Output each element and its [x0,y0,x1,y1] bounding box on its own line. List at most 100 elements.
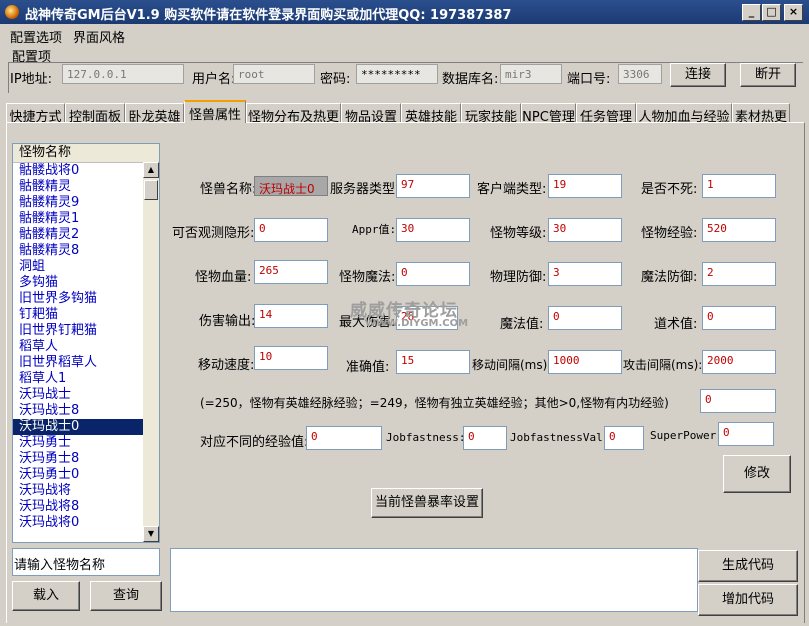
accuracy-label: 准确值: [346,360,390,375]
jobfastness-field[interactable]: 0 [463,426,507,450]
level-field[interactable]: 30 [548,218,622,242]
tab-npc-management[interactable]: NPC管理 [521,103,576,125]
monster-list-header: 怪物名称 [13,144,159,163]
tab-hero-skills[interactable]: 英雄技能 [401,103,461,125]
menu-config-options[interactable]: 配置选项 [10,27,62,46]
jobfastness-val-label: JobfastnessVal: [510,431,610,444]
exp-label: 怪物经验: [641,226,698,241]
list-item[interactable]: 多钩猫 [13,275,159,291]
attack-interval-label: 攻击间隔(ms): [623,358,703,372]
database-label: 数据库名: [442,72,499,87]
mp-label: 怪物魔法: [339,270,396,285]
ip-field[interactable]: 127.0.0.1 [62,64,184,84]
tab-monster-attributes[interactable]: 怪兽属性 [184,100,246,123]
menu-ui-style[interactable]: 界面风格 [73,27,125,46]
port-field[interactable]: 3306 [618,64,662,84]
maximize-button[interactable]: □ [762,4,781,21]
list-item[interactable]: 洞蛆 [13,259,159,275]
move-interval-field[interactable]: 1000 [548,350,622,374]
see-invisible-label: 可否观测隐形: [172,226,255,241]
tab-monster-distribution[interactable]: 怪物分布及热更 [246,103,341,125]
diff-exp-field[interactable]: 0 [306,426,382,450]
query-button[interactable]: 查询 [90,581,162,611]
jobfastness-val-field[interactable]: 0 [604,426,644,450]
monster-list[interactable]: 怪物名称 骷髅战将0 骷髅精灵 骷髅精灵9 骷髅精灵1 骷髅精灵2 骷髅精灵8 洞蛆 多钩猫旧… [12,143,160,543]
list-item[interactable]: 骷髅精灵8 [13,243,159,259]
search-input-box[interactable]: 请输入怪物名称 [12,548,160,576]
password-field[interactable]: ********* [356,64,438,84]
see-invisible-field[interactable]: 0 [254,218,328,242]
tab-shortcuts[interactable]: 快捷方式 [6,103,65,125]
user-label: 用户名: [192,72,236,87]
tab-quest-management[interactable]: 任务管理 [576,103,636,125]
tab-material-hotupdate[interactable]: 素材热更 [732,103,790,125]
exp-note-field[interactable]: 0 [700,389,776,413]
close-button[interactable]: × [784,4,803,21]
list-scrollbar[interactable]: ▲ ▼ [143,162,159,542]
drop-rate-button[interactable]: 当前怪兽暴率设置 [371,488,483,518]
ac-field[interactable]: 3 [548,262,622,286]
taoism-field[interactable]: 0 [702,306,776,330]
list-item[interactable]: 沃玛战士 [13,387,159,403]
taoism-label: 道术值: [654,317,698,332]
scroll-down-arrow-icon[interactable]: ▼ [143,526,159,542]
add-code-button[interactable]: 增加代码 [698,584,798,616]
connect-button[interactable]: 连接 [670,63,726,87]
list-item[interactable]: 稻草人 [13,339,159,355]
hp-field[interactable]: 265 [254,260,328,284]
scroll-up-arrow-icon[interactable]: ▲ [143,162,159,178]
mp-field[interactable]: 0 [396,262,470,286]
scroll-thumb[interactable] [144,180,158,200]
tab-item-settings[interactable]: 物品设置 [341,103,401,125]
superpower-field[interactable]: 0 [718,422,774,446]
list-item[interactable]: 骷髅精灵2 [13,227,159,243]
database-field[interactable]: mir3 [500,64,562,84]
list-item[interactable]: 旧世界多钩猫 [13,291,159,307]
user-field[interactable]: root [233,64,315,84]
list-item[interactable]: 沃玛战将8 [13,499,159,515]
jobfastness-label: Jobfastness: [386,431,466,444]
list-item[interactable]: 沃玛勇士0 [13,467,159,483]
code-output-area[interactable] [170,548,698,612]
list-item[interactable]: 骷髅战将0 [13,163,159,179]
appr-field[interactable]: 30 [396,218,470,242]
undead-field[interactable]: 1 [702,174,776,198]
client-type-field[interactable]: 19 [548,174,622,198]
search-input[interactable]: 请输入怪物名称 [13,549,159,573]
list-item[interactable]: 沃玛战士0 [13,419,159,435]
list-item[interactable]: 旧世界稻草人 [13,355,159,371]
minimize-button[interactable]: _ [742,4,761,21]
disconnect-button[interactable]: 断开 [740,63,796,87]
list-item[interactable]: 钉耙猫 [13,307,159,323]
tab-player-skills[interactable]: 玩家技能 [461,103,521,125]
superpower-label: SuperPower: [650,429,723,442]
exp-field[interactable]: 520 [702,218,776,242]
hp-label: 怪物血量: [195,270,252,285]
speed-field[interactable]: 10 [254,346,328,370]
modify-button[interactable]: 修改 [723,455,791,493]
list-item[interactable]: 沃玛战将 [13,483,159,499]
monster-name-field[interactable]: 沃玛战士0 [254,176,328,196]
attack-interval-field[interactable]: 2000 [702,350,776,374]
speed-label: 移动速度: [198,358,255,373]
list-item[interactable]: 沃玛勇士8 [13,451,159,467]
tab-wolong-hero[interactable]: 卧龙英雄 [125,103,184,125]
list-item[interactable]: 骷髅精灵 [13,179,159,195]
list-item[interactable]: 旧世界钉耙猫 [13,323,159,339]
damage-field[interactable]: 14 [254,304,328,328]
generate-code-button[interactable]: 生成代码 [698,550,798,582]
tab-hp-exp[interactable]: 人物加血与经验 [636,103,732,125]
list-item[interactable]: 稻草人1 [13,371,159,387]
accuracy-field[interactable]: 15 [396,350,470,374]
load-button[interactable]: 载入 [12,581,80,611]
list-item[interactable]: 骷髅精灵1 [13,211,159,227]
list-item[interactable]: 骷髅精灵9 [13,195,159,211]
mac-field[interactable]: 2 [702,262,776,286]
list-item[interactable]: 沃玛战将0 [13,515,159,531]
list-item[interactable]: 沃玛战士8 [13,403,159,419]
magic-field[interactable]: 0 [548,306,622,330]
watermark-url: WWW.DIYGM.COM [365,318,469,329]
server-type-field[interactable]: 97 [396,174,470,198]
tab-control-panel[interactable]: 控制面板 [65,103,125,125]
list-item[interactable]: 沃玛勇士 [13,435,159,451]
